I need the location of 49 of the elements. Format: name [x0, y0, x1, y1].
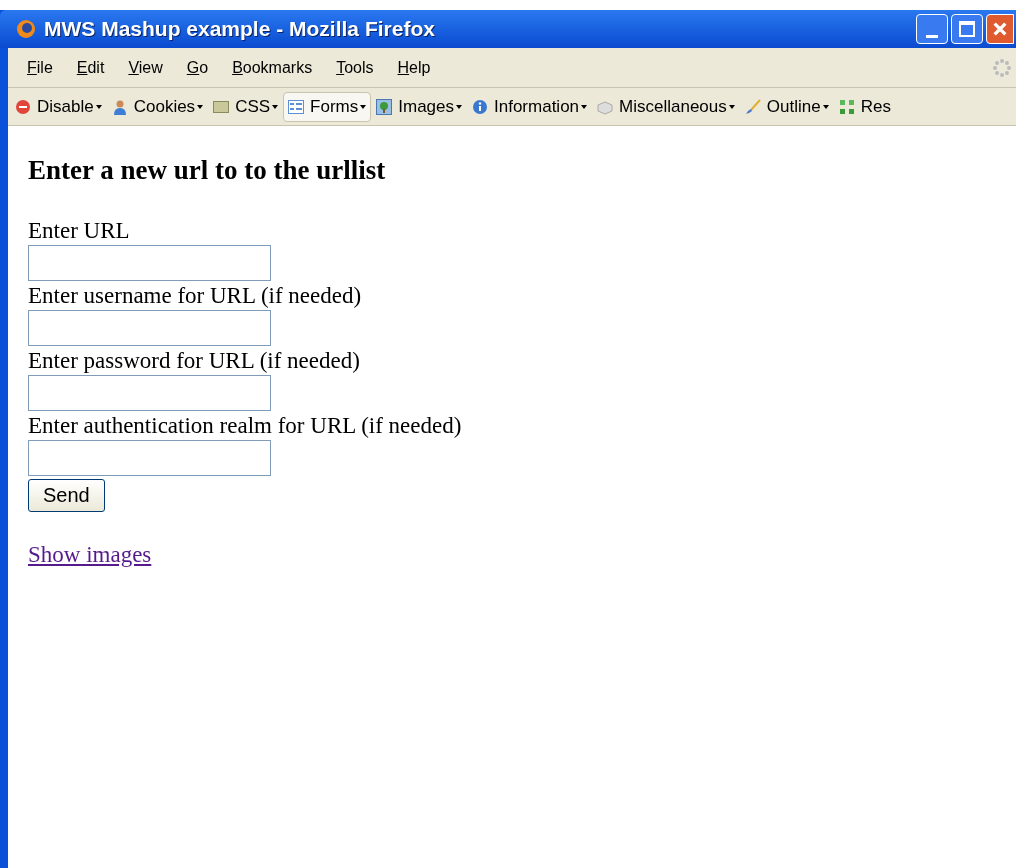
menu-item[interactable]: View	[116, 55, 175, 80]
input-field[interactable]	[28, 375, 271, 411]
window-title: MWS Mashup example - Mozilla Firefox	[44, 16, 435, 43]
toolbar-button[interactable]: Res	[833, 91, 896, 122]
toolbar-button[interactable]: Outline	[739, 91, 834, 122]
send-button[interactable]: Send	[28, 479, 105, 512]
caret-icon	[272, 104, 279, 109]
caret-icon	[95, 104, 102, 109]
caret-icon	[360, 104, 367, 109]
toolbar-button[interactable]: Disable	[10, 91, 107, 122]
menu-item[interactable]: Help	[385, 55, 443, 80]
menu-item[interactable]: File	[15, 55, 65, 80]
caret-icon	[456, 104, 462, 109]
resize-icon	[838, 98, 855, 115]
field-label: Enter username for URL (if needed)	[28, 283, 362, 308]
toolbar-button[interactable]: CSS	[208, 91, 284, 122]
show-images-link[interactable]: Show images	[28, 542, 152, 567]
menu-item[interactable]: Go	[174, 55, 221, 80]
minimize-button[interactable]	[916, 14, 948, 44]
menu-item[interactable]: Tools	[324, 55, 386, 80]
disable-icon	[15, 98, 31, 115]
toolbar-button[interactable]: Information	[467, 91, 593, 122]
close-icon	[992, 21, 1008, 37]
field-label: Enter URL	[28, 218, 130, 243]
field-label: Enter authentication realm for URL (if needed)	[28, 413, 462, 438]
input-field[interactable]	[28, 440, 271, 476]
browser-logo-icon	[16, 19, 36, 39]
input-field[interactable]	[28, 245, 271, 281]
form-icon	[288, 98, 305, 115]
info-icon	[472, 98, 488, 115]
caret-icon	[822, 104, 829, 109]
caret-icon	[197, 104, 204, 109]
page-heading: Enter a new url to to the urllist	[28, 154, 387, 186]
image-icon	[376, 98, 393, 115]
caret-icon	[581, 104, 588, 109]
toolbar-button[interactable]: Forms	[283, 91, 372, 122]
menu-item[interactable]: Bookmarks	[220, 55, 325, 80]
brush-icon	[744, 98, 761, 115]
caret-icon	[728, 104, 735, 109]
throbber-icon	[992, 57, 1012, 78]
field-label: Enter password for URL (if needed)	[28, 348, 360, 373]
close-button[interactable]	[986, 14, 1014, 44]
menu-item[interactable]: Edit	[64, 55, 117, 80]
maximize-button[interactable]	[951, 14, 983, 44]
person-icon	[111, 98, 128, 115]
toolbar-button[interactable]: Miscellaneous	[592, 91, 740, 122]
input-field[interactable]	[28, 310, 271, 346]
toolbar-button[interactable]: Cookies	[106, 91, 209, 122]
toolbar-button[interactable]: Images	[371, 91, 467, 122]
